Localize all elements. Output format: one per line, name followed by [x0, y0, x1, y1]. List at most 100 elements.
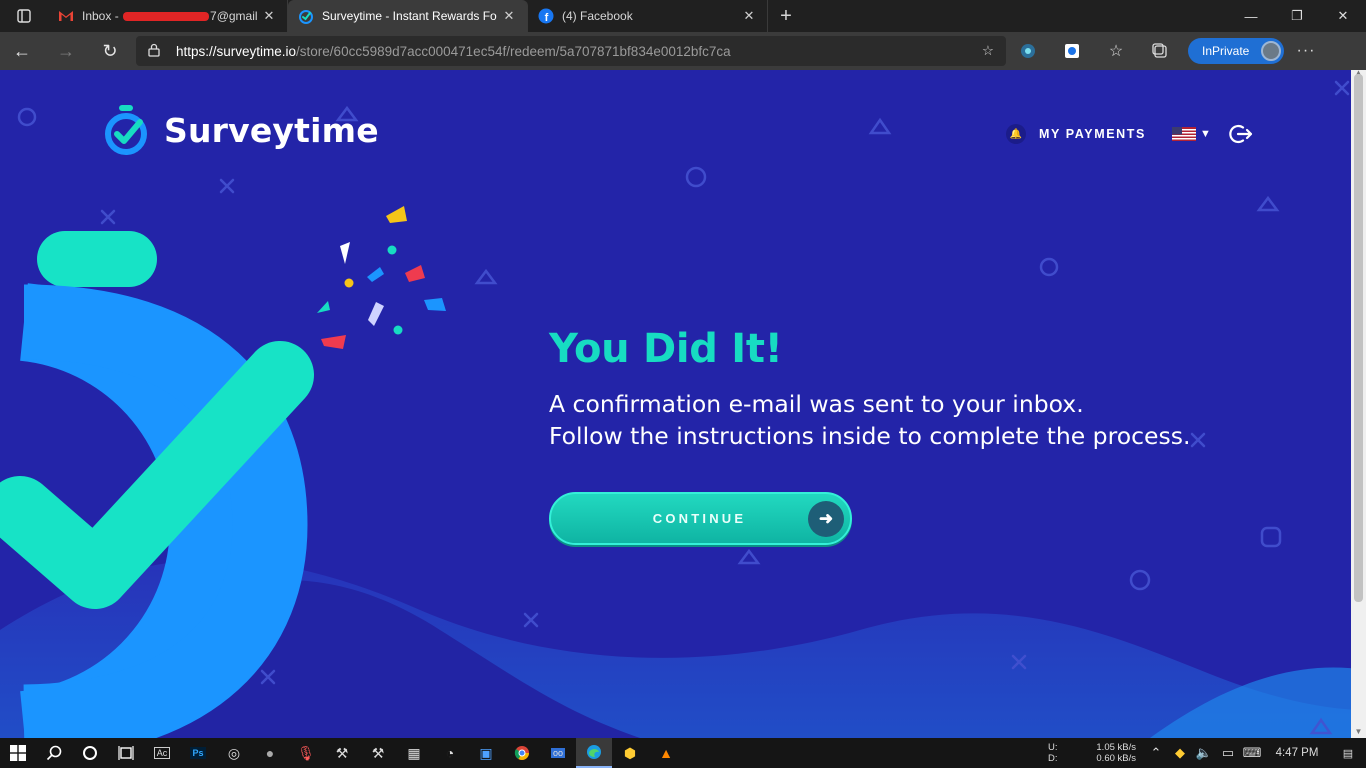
maximize-button[interactable]: ❐ [1274, 0, 1320, 32]
cortana-button[interactable] [72, 738, 108, 768]
volume-icon[interactable]: 🔈 [1192, 745, 1216, 761]
vlc-icon: ▲ [659, 745, 673, 761]
extension-icon [1065, 44, 1079, 58]
microphone-icon: 🎙 [297, 744, 315, 761]
speedometer-icon: ◔ [445, 745, 455, 761]
browser-toolbar: ← → ↻ https://surveytime.io/store/60cc59… [0, 32, 1366, 70]
app-icon: ● [265, 745, 275, 761]
svg-text:f: f [545, 12, 549, 24]
app-icon-generic[interactable]: ▣ [468, 738, 504, 768]
app-icon: oo [550, 748, 565, 758]
tab-close-button[interactable]: ✕ [741, 8, 757, 24]
site-header-nav: 🔔 MY PAYMENTS ▼ [1006, 122, 1253, 146]
browser-tab-bar: Inbox - 7@gmail ✕ Surveytime - Instant R… [0, 0, 1366, 32]
inprivate-badge[interactable]: InPrivate [1188, 38, 1284, 64]
page-scrollbar[interactable]: ▲ ▼ [1351, 70, 1366, 738]
tab-actions-button[interactable] [0, 0, 48, 32]
photoshop-icon: Ps [190, 747, 206, 759]
upload-speed: 1.05 kB/s [1096, 742, 1136, 753]
app-icon: ▣ [479, 744, 493, 761]
logo-text: Surveytime [164, 110, 379, 150]
extension-icon [1021, 44, 1035, 58]
extension-button[interactable] [1050, 32, 1094, 70]
site-logo[interactable]: Surveytime [104, 104, 379, 156]
tab-close-button[interactable]: ✕ [501, 8, 517, 24]
facebook-icon: f [538, 8, 554, 24]
extension-button[interactable] [1006, 32, 1050, 70]
favorites-button[interactable]: ☆ [1094, 32, 1138, 70]
app-icon-generic[interactable]: ⬢ [612, 738, 648, 768]
app-icon-chrome[interactable] [504, 738, 540, 768]
app-icon-generic[interactable]: ◎ [216, 738, 252, 768]
start-button[interactable] [0, 738, 36, 768]
close-window-button[interactable]: ✕ [1320, 0, 1366, 32]
confirmation-message: A confirmation e-mail was sent to your i… [549, 390, 1084, 418]
notification-center-icon[interactable]: ▤ [1330, 747, 1366, 760]
language-dropdown-caret[interactable]: ▼ [1200, 128, 1211, 140]
tab-gmail[interactable]: Inbox - 7@gmail ✕ [48, 0, 288, 32]
tool-icon: ⚒ [335, 744, 349, 761]
window-controls: — ❐ ✕ [1228, 0, 1366, 32]
app-icon-speedometer[interactable]: ◔ [432, 738, 468, 768]
app-icon-photoshop[interactable]: Ps [180, 738, 216, 768]
app-icon-generic[interactable]: oo [540, 738, 576, 768]
app-icon-generic[interactable]: ⚒ [360, 738, 396, 768]
download-label: D: [1048, 753, 1058, 764]
show-hidden-icons-chevron-icon[interactable]: ⌃ [1144, 745, 1168, 761]
tab-facebook[interactable]: f (4) Facebook ✕ [528, 0, 768, 32]
text-editor-icon: Ac [153, 747, 171, 759]
app-icon-vlc[interactable]: ▲ [648, 738, 684, 768]
tab-actions-icon [17, 9, 31, 23]
continue-button[interactable]: CONTINUE ➜ [549, 492, 852, 545]
surveytime-icon [298, 8, 314, 24]
app-icon-microphone[interactable]: 🎙 [288, 738, 324, 768]
scroll-down-icon[interactable]: ▼ [1354, 727, 1363, 736]
app-icon-generic[interactable]: ● [252, 738, 288, 768]
us-flag-icon[interactable] [1171, 127, 1196, 141]
logout-icon[interactable] [1229, 122, 1253, 146]
new-tab-button[interactable]: + [768, 0, 804, 32]
scrollbar-thumb[interactable] [1354, 74, 1363, 602]
refresh-button[interactable]: ↻ [88, 32, 132, 70]
search-icon [46, 745, 62, 761]
network-speed-meter: U: 1.05 kB/s D: 0.60 kB/s [1048, 742, 1136, 764]
search-button[interactable] [36, 738, 72, 768]
add-favorite-icon[interactable]: ☆ [982, 43, 994, 59]
keyboard-icon[interactable]: ⌨ [1240, 745, 1264, 761]
app-icon-text-editor[interactable]: Ac [144, 738, 180, 768]
tray-app-icon[interactable]: ◆ [1168, 745, 1192, 761]
settings-menu-button[interactable]: ··· [1284, 42, 1328, 60]
address-bar[interactable]: https://surveytime.io/store/60cc5989d7ac… [136, 36, 1006, 66]
arrow-right-icon: ➜ [808, 500, 844, 537]
collections-button[interactable] [1138, 32, 1182, 70]
upload-label: U: [1048, 742, 1058, 753]
app-icon-generic[interactable]: ⚒ [324, 738, 360, 768]
back-button[interactable]: ← [0, 32, 44, 70]
system-clock[interactable]: 4:47 PM [1264, 747, 1330, 759]
favorites-icon: ☆ [1108, 43, 1124, 60]
minimize-button[interactable]: — [1228, 0, 1274, 32]
collections-icon [1152, 43, 1167, 58]
app-icon-edge[interactable] [576, 738, 612, 768]
tab-surveytime[interactable]: Surveytime - Instant Rewards Fo ✕ [288, 0, 528, 32]
gmail-icon [58, 8, 74, 24]
web-page: Surveytime 🔔 MY PAYMENTS ▼ You Did It! A… [0, 70, 1366, 738]
cortana-icon [83, 746, 97, 760]
tab-close-button[interactable]: ✕ [261, 8, 277, 24]
app-icon: ▦ [407, 744, 421, 761]
app-icon-generic[interactable]: ▦ [396, 738, 432, 768]
tab-surveytime-label: Surveytime - Instant Rewards Fo [322, 9, 497, 23]
profile-avatar [1261, 41, 1281, 61]
forward-button[interactable]: → [44, 32, 88, 70]
download-speed: 0.60 kB/s [1096, 753, 1136, 764]
url-host: https://surveytime.io [176, 43, 297, 59]
url-path: /store/60cc5989d7acc000471ec54f/redeem/5… [296, 43, 731, 59]
redaction-mark [123, 12, 210, 22]
edge-icon [587, 745, 601, 759]
task-view-button[interactable] [108, 738, 144, 768]
network-icon[interactable]: ▭ [1216, 745, 1240, 761]
system-tray: U: 1.05 kB/s D: 0.60 kB/s ⌃ ◆ 🔈 ▭ ⌨ 4:47 P… [1048, 738, 1366, 768]
my-payments-link[interactable]: MY PAYMENTS [1039, 127, 1146, 141]
app-icon: ⬢ [623, 744, 637, 761]
lock-icon [148, 43, 166, 60]
